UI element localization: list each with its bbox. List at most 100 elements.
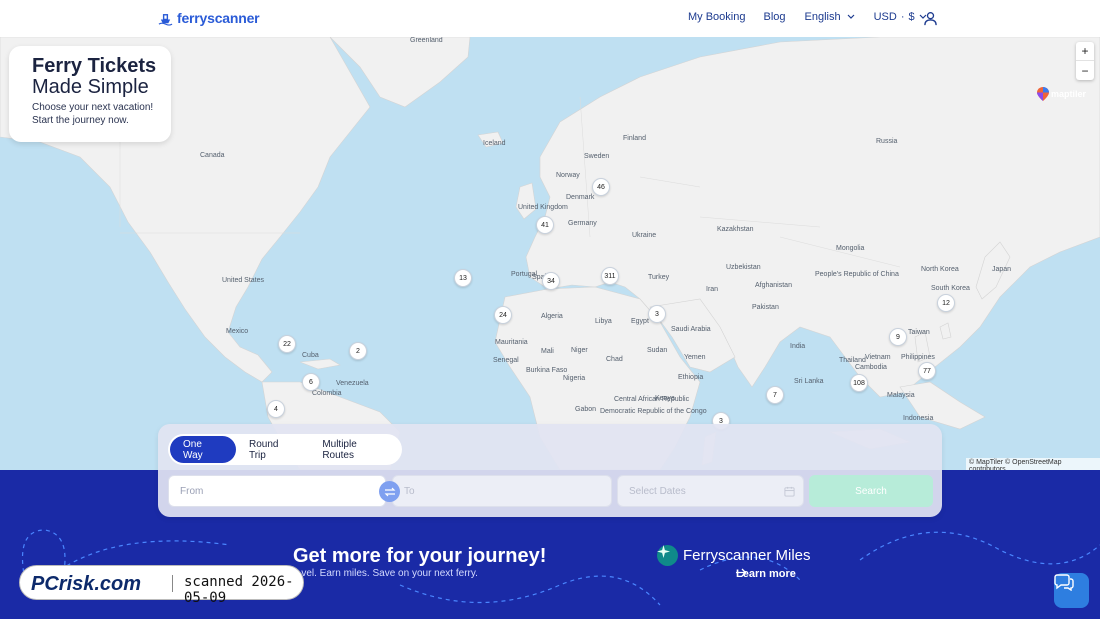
from-placeholder: From — [180, 485, 204, 497]
place-label: Uzbekistan — [726, 264, 761, 271]
currency-separator: · — [900, 11, 905, 23]
place-label: United Kingdom — [518, 204, 568, 211]
place-label: Mali — [541, 348, 554, 355]
search-button[interactable]: Search — [809, 475, 933, 507]
search-panel: One Way Round Trip Multiple Routes From … — [158, 424, 942, 517]
place-label: Canada — [200, 152, 225, 159]
place-label: Japan — [992, 266, 1012, 273]
place-label: Germany — [568, 220, 597, 227]
place-label: Iran — [706, 286, 719, 293]
main-nav: My Booking Blog English USD · $ — [688, 11, 927, 23]
route-marker[interactable]: 3 — [648, 305, 666, 323]
scan-date-text: scanned 2026-05-09 — [184, 574, 294, 606]
currency-selector[interactable]: USD · $ — [874, 11, 927, 23]
place-label: Malaysia — [887, 392, 915, 399]
place-label: Thailand — [839, 357, 866, 364]
place-label: Colombia — [312, 390, 342, 397]
place-label: Sudan — [647, 347, 668, 354]
swap-ports-button[interactable] — [379, 481, 400, 502]
sparkle-icon — [657, 545, 678, 566]
to-input[interactable]: To — [392, 475, 612, 507]
currency-code: USD — [873, 11, 897, 23]
map-zoom-control: + − — [1076, 42, 1094, 80]
chat-button[interactable] — [1054, 573, 1089, 608]
place-label: Ethiopia — [678, 374, 704, 381]
route-marker[interactable]: 46 — [592, 178, 610, 196]
place-label: Senegal — [493, 357, 519, 364]
place-label: Afghanistan — [755, 282, 792, 289]
place-label: Saudi Arabia — [671, 326, 711, 333]
place-label: Gabon — [575, 406, 597, 413]
route-marker[interactable]: 4 — [267, 400, 285, 418]
route-marker[interactable]: 2 — [349, 342, 367, 360]
from-input[interactable]: From — [168, 475, 386, 507]
place-label: Algeria — [541, 313, 563, 320]
place-label: South Korea — [931, 285, 970, 292]
route-marker[interactable]: 12 — [937, 294, 955, 312]
route-marker[interactable]: 108 — [850, 374, 868, 392]
top-header: ferryscanner My Booking Blog English USD… — [0, 0, 1100, 37]
route-marker[interactable]: 24 — [494, 306, 512, 324]
pcrisk-logo: PCrisk.com — [31, 573, 141, 594]
blog-link[interactable]: Blog — [763, 11, 785, 23]
place-label: Pakistan — [752, 304, 779, 311]
route-marker[interactable]: 41 — [536, 216, 554, 234]
place-label: Central African Republic — [614, 396, 690, 403]
language-selector[interactable]: English — [805, 11, 855, 23]
user-icon[interactable] — [923, 11, 938, 26]
place-label: Norway — [556, 172, 580, 179]
tab-round-trip[interactable]: Round Trip — [236, 436, 309, 463]
place-label: Taiwan — [908, 329, 930, 336]
zoom-out-button[interactable]: − — [1076, 61, 1094, 80]
place-label: Ukraine — [632, 232, 657, 239]
hero-title-secondary: Made Simple — [32, 76, 149, 98]
place-label: Finland — [623, 135, 646, 142]
my-booking-link[interactable]: My Booking — [688, 11, 745, 23]
place-label: Philippines — [901, 354, 935, 361]
route-marker[interactable]: 311 — [601, 267, 619, 285]
place-label: Greenland — [410, 37, 443, 44]
zoom-in-button[interactable]: + — [1076, 42, 1094, 61]
place-label: Indonesia — [903, 415, 934, 422]
maptiler-logo[interactable]: maptiler — [1037, 87, 1086, 101]
place-label: Kenya — [655, 395, 675, 402]
route-marker[interactable]: 77 — [918, 362, 936, 380]
place-label: Libya — [595, 318, 612, 325]
hero-subtitle-line1: Choose your next vacation! — [32, 102, 154, 113]
route-marker[interactable]: 9 — [889, 328, 907, 346]
miles-heading: Ferryscanner Miles — [657, 545, 811, 566]
route-marker[interactable]: 7 — [766, 386, 784, 404]
tab-multiple-routes[interactable]: Multiple Routes — [309, 436, 402, 463]
route-marker[interactable]: 13 — [454, 269, 472, 287]
hero-subtitle-line2: Start the journey now. — [32, 115, 129, 126]
place-label: Sri Lanka — [794, 378, 824, 385]
learn-more-link[interactable]: Learn more — [736, 568, 796, 580]
route-marker[interactable]: 6 — [302, 373, 320, 391]
place-label: Mexico — [226, 328, 249, 335]
chevron-down-icon — [847, 14, 855, 19]
to-placeholder: To — [404, 485, 415, 497]
place-label: Niger — [571, 347, 588, 354]
maptiler-text: maptiler — [1051, 89, 1087, 99]
swap-icon — [384, 487, 395, 496]
maptiler-pin-icon — [1037, 87, 1049, 101]
route-marker[interactable]: 22 — [278, 335, 296, 353]
ferryscanner-logo[interactable]: ferryscanner — [158, 10, 260, 26]
place-label: Sweden — [584, 153, 610, 160]
place-label: Mongolia — [836, 245, 865, 252]
arrow-right-icon — [736, 568, 747, 577]
route-marker[interactable]: 34 — [542, 272, 560, 290]
map-attribution[interactable]: © MapTiler © OpenStreetMap contributors — [966, 458, 1100, 470]
place-label: Turkey — [648, 274, 670, 281]
place-label: Chad — [606, 356, 623, 363]
place-label: Vietnam — [865, 354, 891, 361]
promo-title: Get more for your journey! — [293, 545, 547, 567]
place-label: Nigeria — [563, 375, 586, 382]
calendar-icon — [784, 486, 795, 497]
place-label: Cuba — [302, 352, 319, 359]
tab-one-way[interactable]: One Way — [170, 436, 236, 463]
place-label: Mauritania — [495, 339, 528, 346]
dates-input[interactable]: Select Dates — [617, 475, 804, 507]
place-label: Yemen — [684, 354, 706, 361]
place-label: United States — [222, 277, 265, 284]
